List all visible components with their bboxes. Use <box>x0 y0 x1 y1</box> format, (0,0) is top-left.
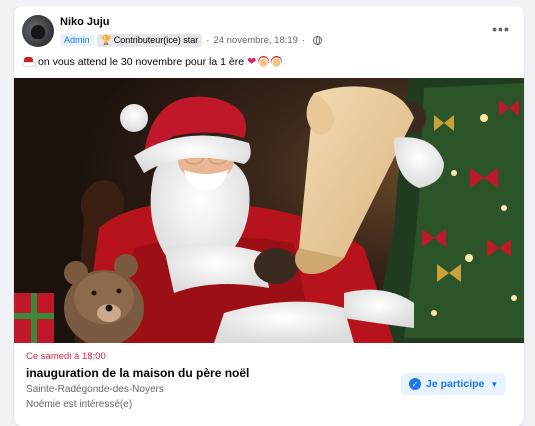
trophy-icon: 🏆 <box>100 34 112 45</box>
santa-face-icon <box>258 56 270 67</box>
more-options-icon: ••• <box>492 21 510 37</box>
going-button[interactable]: ✓ Je participe ▼ <box>401 373 507 395</box>
chevron-down-icon: ▼ <box>490 379 499 389</box>
avatar-icon <box>31 25 45 39</box>
santa-hat-icon <box>23 56 36 67</box>
author-name[interactable]: Niko Juju <box>60 16 110 28</box>
event-date: Ce samedi à 18:00 <box>26 351 106 362</box>
avatar[interactable] <box>22 15 54 47</box>
globe-icon[interactable] <box>313 35 323 45</box>
event-cover-photo[interactable] <box>14 78 524 343</box>
post-text-content: on vous attend le 30 novembre pour la 1 … <box>38 55 245 68</box>
contributor-badge[interactable]: 🏆 Contributeur(ice) star <box>96 33 203 47</box>
post-meta: Admin 🏆 Contributeur(ice) star · 24 nove… <box>60 33 323 47</box>
post-text: on vous attend le 30 novembre pour la 1 … <box>23 55 283 68</box>
meta-separator: · <box>206 34 210 46</box>
heart-icon: ❤ <box>247 56 257 68</box>
post-timestamp[interactable]: 24 novembre, 18:19 <box>213 35 298 46</box>
post-header: Niko Juju Admin 🏆 Contributeur(ice) star… <box>14 6 524 50</box>
event-details[interactable]: Ce samedi à 18:00 inauguration de la mai… <box>14 343 524 426</box>
more-options-button[interactable]: ••• <box>489 20 513 38</box>
post-card: Niko Juju Admin 🏆 Contributeur(ice) star… <box>14 6 524 426</box>
event-title[interactable]: inauguration de la maison du père noël <box>26 366 249 380</box>
admin-badge[interactable]: Admin <box>60 34 94 46</box>
going-label: Je participe <box>426 378 485 390</box>
check-icon: ✓ <box>409 378 421 390</box>
event-location: Sainte-Radégonde-des-Noyers <box>26 384 164 395</box>
meta-separator: · <box>301 34 306 46</box>
event-interest[interactable]: Noémie est intéressé(e) <box>26 399 132 410</box>
contributor-badge-label: Contributeur(ice) star <box>113 35 199 45</box>
santa-illustration <box>14 78 524 343</box>
santa-face-icon <box>271 56 283 67</box>
